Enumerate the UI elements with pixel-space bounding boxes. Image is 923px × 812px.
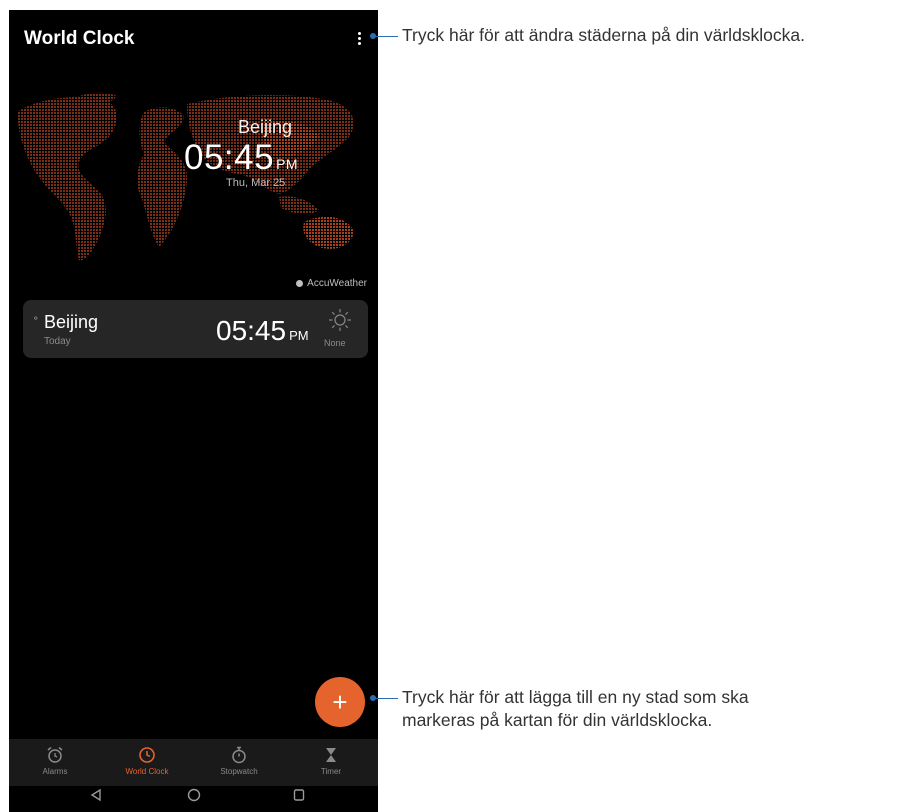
tab-label: World Clock xyxy=(125,767,169,776)
tab-timer[interactable]: Timer xyxy=(285,745,377,776)
world-map-graphic xyxy=(17,92,354,261)
map-time: 05:45 PM xyxy=(184,138,299,177)
tab-alarms[interactable]: Alarms xyxy=(9,745,101,776)
bottom-navigation: Alarms World Clock Stopwatch Timer xyxy=(9,739,378,786)
clock-icon xyxy=(139,747,155,763)
tab-label: Alarms xyxy=(42,767,68,776)
weather-sun-icon xyxy=(328,308,352,332)
more-vert-icon xyxy=(357,31,361,35)
callout-text-add-line1: Tryck här för att lägga till en ny stad … xyxy=(402,687,749,707)
tab-world-clock[interactable]: World Clock xyxy=(101,745,193,776)
map-date: Thu, Mar 25 xyxy=(226,177,286,189)
tab-label: Stopwatch xyxy=(220,767,258,776)
weather-label: None xyxy=(324,338,346,348)
tab-stopwatch[interactable]: Stopwatch xyxy=(193,745,285,776)
map-city-name: Beijing xyxy=(237,117,292,137)
hourglass-icon xyxy=(326,748,336,762)
callout-text-add-line2: markeras på kartan för din världsklocka. xyxy=(402,710,713,730)
home-icon[interactable] xyxy=(187,788,201,802)
callout-line-add xyxy=(374,698,398,699)
world-map: Beijing 05:45 PM Thu, Mar 25 AccuWeather xyxy=(9,82,378,292)
recents-icon[interactable] xyxy=(292,788,306,802)
callout-line-menu xyxy=(374,36,398,37)
city-list-item[interactable]: ⚬ Beijing Today 05:45 PM None xyxy=(23,300,368,358)
city-day: Today xyxy=(44,336,71,347)
add-city-button[interactable]: + xyxy=(315,677,365,727)
more-options-button[interactable] xyxy=(349,26,369,50)
city-name: Beijing xyxy=(44,312,99,332)
city-time: 05:45 PM xyxy=(216,315,309,346)
system-navigation-bar xyxy=(9,786,378,812)
callout-text-menu: Tryck här för att ändra städerna på din … xyxy=(402,25,806,45)
back-icon[interactable] xyxy=(89,788,103,802)
app-title: World Clock xyxy=(24,28,135,49)
accuweather-logo: AccuWeather xyxy=(296,278,367,289)
tab-label: Timer xyxy=(320,767,342,776)
stopwatch-icon xyxy=(232,746,246,764)
phone-screen: World Clock Beijing 05:45 PM Thu, Mar 25… xyxy=(9,10,378,812)
app-bar: World Clock xyxy=(9,10,378,66)
accuweather-icon xyxy=(296,280,304,287)
alarm-clock-icon xyxy=(47,746,63,763)
location-pin-icon: ⚬ xyxy=(32,313,40,323)
callout-text-add: Tryck här för att lägga till en ny stad … xyxy=(402,686,749,732)
